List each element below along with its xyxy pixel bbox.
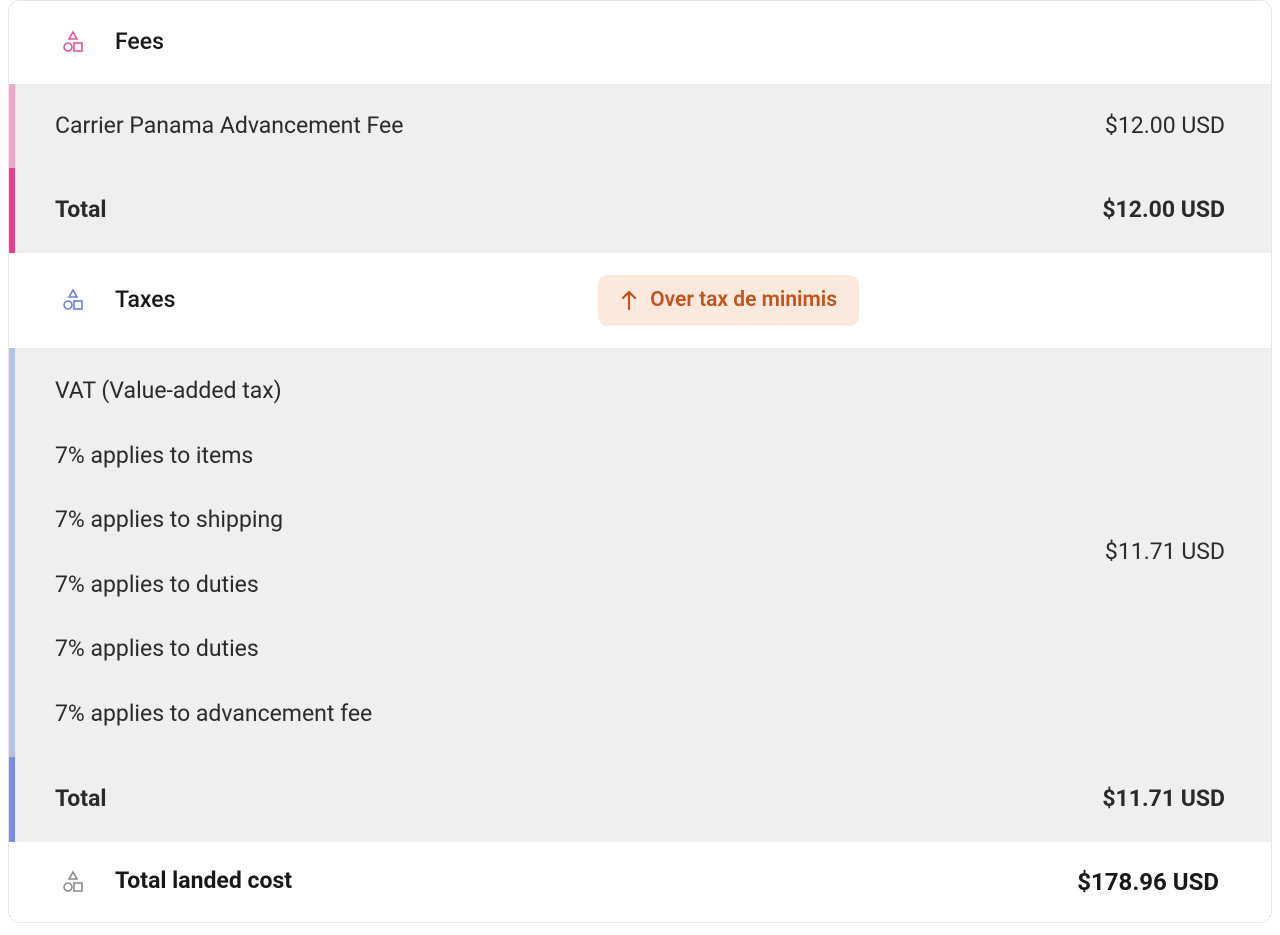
taxes-total-label: Total bbox=[55, 782, 106, 817]
taxes-header: Taxes Over tax de minimis bbox=[9, 253, 1271, 349]
badge-text: Over tax de minimis bbox=[650, 285, 837, 317]
vat-value: $11.71 USD bbox=[1105, 535, 1225, 570]
fees-total-value: $12.00 USD bbox=[1102, 193, 1225, 228]
shapes-icon bbox=[61, 870, 85, 894]
fees-header: Fees bbox=[9, 1, 1271, 84]
fees-total-row: Total $12.00 USD bbox=[9, 168, 1271, 253]
total-landed-cost-row: Total landed cost $178.96 USD bbox=[9, 842, 1271, 922]
taxes-header-label: Taxes bbox=[115, 283, 175, 318]
vat-line-item: 7% applies to duties bbox=[55, 632, 372, 667]
landed-cost-value: $178.96 USD bbox=[1077, 864, 1219, 900]
shapes-icon bbox=[61, 30, 85, 54]
vat-line-item: 7% applies to shipping bbox=[55, 503, 372, 538]
fees-line-item: Carrier Panama Advancement Fee $12.00 US… bbox=[9, 84, 1271, 169]
vat-title: VAT (Value-added tax) bbox=[55, 374, 372, 409]
fees-item-value: $12.00 USD bbox=[1105, 109, 1225, 144]
vat-line-item: 7% applies to duties bbox=[55, 568, 372, 603]
fees-item-label: Carrier Panama Advancement Fee bbox=[55, 109, 403, 144]
vat-line-item: 7% applies to items bbox=[55, 439, 372, 474]
fees-total-label: Total bbox=[55, 193, 106, 228]
shapes-icon bbox=[61, 288, 85, 312]
taxes-total-row: Total $11.71 USD bbox=[9, 757, 1271, 842]
over-de-minimis-badge: Over tax de minimis bbox=[598, 275, 859, 327]
taxes-total-value: $11.71 USD bbox=[1102, 782, 1225, 817]
vat-line-item: 7% applies to advancement fee bbox=[55, 697, 372, 732]
landed-cost-label: Total landed cost bbox=[115, 864, 292, 899]
cost-breakdown-panel: Fees Carrier Panama Advancement Fee $12.… bbox=[8, 0, 1272, 923]
arrow-up-icon bbox=[620, 289, 638, 311]
vat-breakdown: VAT (Value-added tax) 7% applies to item… bbox=[9, 348, 1271, 757]
fees-header-label: Fees bbox=[115, 25, 164, 60]
